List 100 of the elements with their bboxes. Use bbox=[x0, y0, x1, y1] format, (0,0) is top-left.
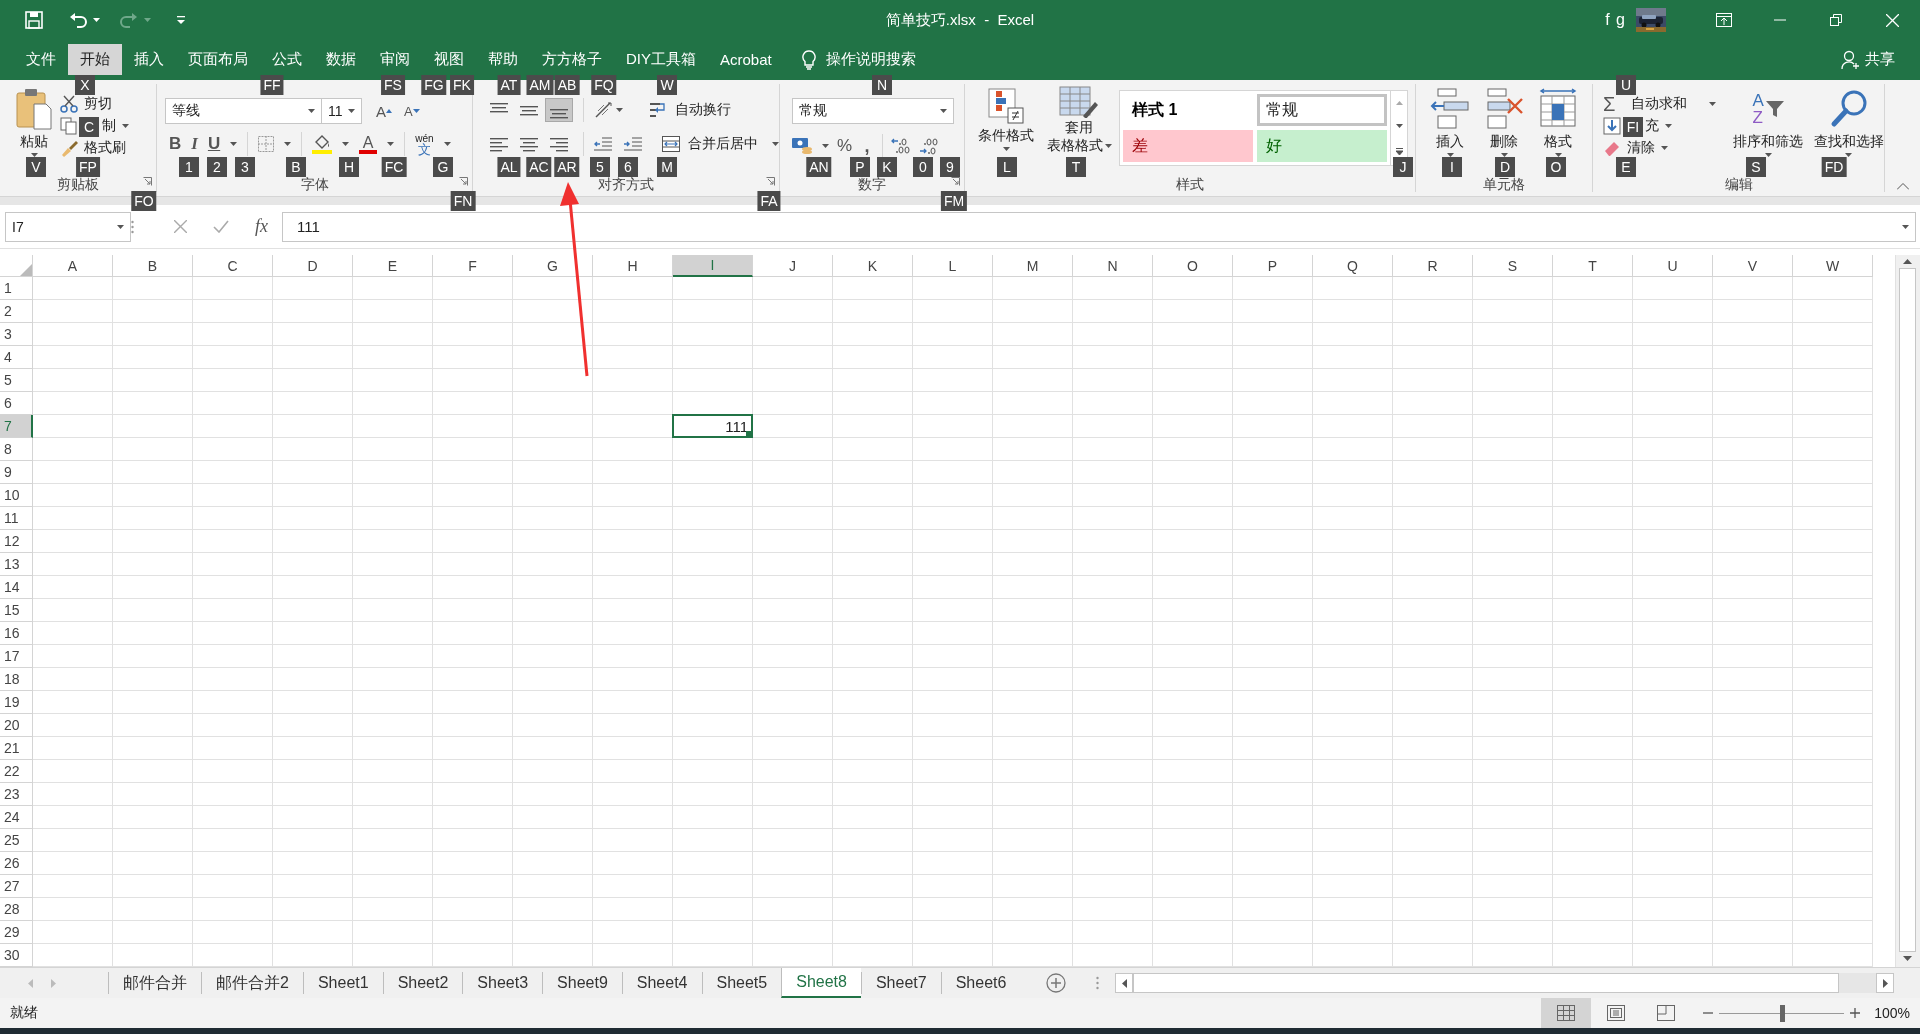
merge-center-button[interactable]: 合并后居中 bbox=[688, 135, 758, 153]
caret-icon[interactable] bbox=[1764, 153, 1772, 157]
ribbon-display-icon[interactable] bbox=[1716, 13, 1732, 27]
caret-icon[interactable] bbox=[616, 108, 623, 112]
column-header[interactable]: N bbox=[1073, 255, 1153, 277]
caret-icon[interactable] bbox=[412, 109, 420, 113]
dialog-launcher-icon[interactable] bbox=[143, 177, 152, 186]
paste-button[interactable]: 粘贴 bbox=[20, 133, 48, 150]
wrap-text-icon[interactable] bbox=[649, 101, 667, 119]
more-icon[interactable] bbox=[1395, 148, 1403, 156]
ribbon-tab[interactable]: Acrobat bbox=[708, 44, 784, 75]
vertical-scrollbar[interactable] bbox=[1894, 255, 1920, 967]
name-box[interactable]: I7 bbox=[5, 211, 131, 242]
sheet-tab[interactable]: 邮件合并2 bbox=[201, 972, 303, 994]
fill-button[interactable]: 充 bbox=[1645, 117, 1659, 135]
column-header[interactable]: L bbox=[913, 255, 993, 277]
lightbulb-icon[interactable] bbox=[801, 49, 816, 70]
dialog-launcher-icon[interactable] bbox=[459, 177, 468, 186]
delete-button[interactable]: 删除 bbox=[1490, 133, 1518, 150]
column-header[interactable]: Q bbox=[1313, 255, 1393, 277]
row-header[interactable]: 22 bbox=[0, 760, 33, 783]
decrease-indent-icon[interactable] bbox=[594, 136, 612, 152]
row-header[interactable]: 5 bbox=[0, 369, 33, 392]
restore-icon[interactable] bbox=[1830, 14, 1842, 26]
shrink-font-button[interactable]: A bbox=[404, 103, 413, 119]
align-text-icon[interactable] bbox=[520, 135, 538, 153]
caret-icon[interactable] bbox=[1709, 102, 1716, 106]
row-header[interactable]: 7 bbox=[0, 415, 33, 438]
row-header[interactable]: 29 bbox=[0, 921, 33, 944]
row-header[interactable]: 8 bbox=[0, 438, 33, 461]
cut-button[interactable]: 剪切 bbox=[84, 95, 112, 113]
align-text-icon[interactable] bbox=[550, 135, 568, 153]
number-format-field[interactable]: 常规 bbox=[792, 98, 954, 124]
view-button[interactable] bbox=[1541, 998, 1592, 1028]
scissors-icon[interactable] bbox=[60, 95, 78, 113]
row-header[interactable]: 20 bbox=[0, 714, 33, 737]
font-color-button[interactable]: A bbox=[359, 134, 378, 154]
conditional-format-icon[interactable] bbox=[988, 88, 1024, 124]
fill-handle[interactable] bbox=[746, 431, 751, 436]
row-header[interactable]: 17 bbox=[0, 645, 33, 668]
percent-button[interactable]: % bbox=[837, 136, 853, 156]
table-style-button[interactable]: 套用 bbox=[1065, 119, 1093, 136]
column-header[interactable]: I bbox=[673, 255, 753, 277]
currency-icon[interactable] bbox=[792, 137, 814, 155]
row-header[interactable]: 24 bbox=[0, 806, 33, 829]
row-header[interactable]: 12 bbox=[0, 530, 33, 553]
scroll-left-icon[interactable] bbox=[1121, 978, 1127, 988]
caret-icon[interactable] bbox=[822, 144, 829, 148]
sheet-tab[interactable]: Sheet4 bbox=[621, 972, 702, 994]
table-style-button[interactable]: 表格格式 bbox=[1046, 137, 1103, 154]
column-header[interactable]: J bbox=[753, 255, 833, 277]
caret-icon[interactable] bbox=[122, 124, 129, 128]
person-icon[interactable] bbox=[1841, 49, 1861, 70]
column-header[interactable]: O bbox=[1153, 255, 1233, 277]
row-header[interactable]: 11 bbox=[0, 507, 33, 530]
zoom-level[interactable]: 100% bbox=[1874, 1005, 1910, 1021]
ribbon-tab[interactable]: 页面布局 bbox=[176, 44, 260, 75]
copy-button[interactable]: 制 bbox=[102, 117, 116, 135]
cell-style[interactable]: 常规 bbox=[1257, 94, 1387, 126]
row-header[interactable]: 16 bbox=[0, 622, 33, 645]
format-cells-icon[interactable] bbox=[1538, 88, 1578, 130]
ribbon-tab[interactable]: 审阅 bbox=[368, 44, 422, 75]
user-name[interactable]: f g bbox=[1605, 11, 1626, 29]
sheet-tab[interactable]: Sheet6 bbox=[940, 972, 1021, 994]
caret-icon[interactable] bbox=[342, 142, 350, 146]
eraser-icon[interactable] bbox=[1603, 139, 1621, 157]
scroll-down-icon[interactable] bbox=[1903, 956, 1913, 961]
ribbon-tab[interactable]: 数据 bbox=[314, 44, 368, 75]
align-button[interactable] bbox=[545, 98, 573, 122]
ribbon-tab[interactable]: 文件 bbox=[14, 44, 68, 75]
undo-icon[interactable] bbox=[69, 12, 87, 28]
ribbon-tab[interactable]: 帮助 bbox=[476, 44, 530, 75]
delete-cells-icon[interactable] bbox=[1484, 88, 1524, 130]
column-header[interactable]: U bbox=[1633, 255, 1713, 277]
scroll-down-icon[interactable] bbox=[1395, 124, 1403, 129]
caret-icon[interactable] bbox=[348, 109, 355, 113]
caret-icon[interactable] bbox=[1665, 124, 1672, 128]
autosum-button[interactable]: 自动求和 bbox=[1631, 95, 1687, 113]
column-header[interactable]: M bbox=[993, 255, 1073, 277]
column-header[interactable]: P bbox=[1233, 255, 1313, 277]
caret-icon[interactable] bbox=[284, 142, 292, 146]
insert-function-button[interactable]: fx bbox=[255, 216, 268, 237]
sheet-tab[interactable]: 邮件合并 bbox=[108, 972, 201, 994]
row-header[interactable]: 4 bbox=[0, 346, 33, 369]
column-header[interactable]: B bbox=[113, 255, 193, 277]
sheet-tab[interactable]: Sheet9 bbox=[542, 972, 622, 994]
caret-icon[interactable] bbox=[1845, 153, 1853, 157]
grow-font-button[interactable]: A bbox=[376, 102, 386, 120]
column-header[interactable]: K bbox=[833, 255, 913, 277]
conditional-format-button[interactable]: 条件格式 bbox=[978, 127, 1034, 144]
bold-button[interactable]: B bbox=[169, 134, 182, 154]
save-icon[interactable] bbox=[25, 11, 43, 29]
column-header[interactable]: G bbox=[513, 255, 593, 277]
caret-icon[interactable] bbox=[1104, 143, 1112, 148]
drag-handle-icon[interactable] bbox=[1096, 976, 1100, 990]
sheet-tab[interactable]: Sheet8 bbox=[781, 968, 861, 998]
row-header[interactable]: 28 bbox=[0, 898, 33, 921]
merge-cells-icon[interactable] bbox=[662, 136, 680, 152]
sort-filter-icon[interactable]: A Z bbox=[1752, 88, 1784, 130]
column-header[interactable]: V bbox=[1713, 255, 1793, 277]
